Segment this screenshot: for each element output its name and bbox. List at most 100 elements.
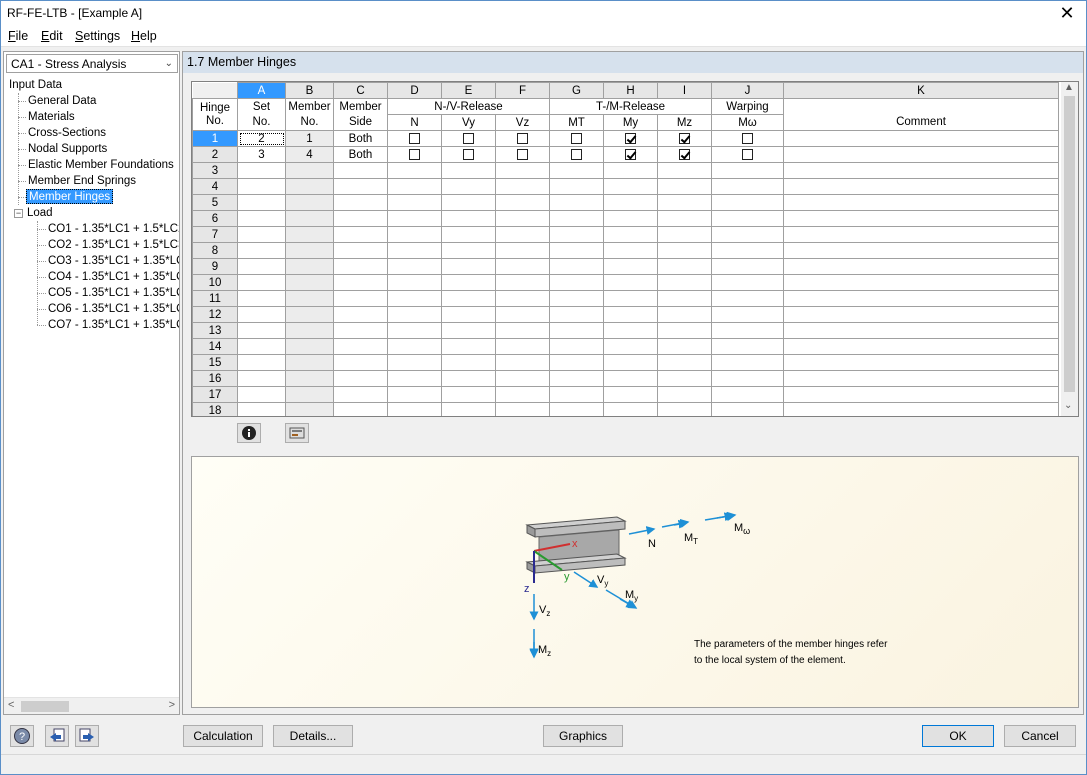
release-vy-cell[interactable] — [441, 242, 496, 259]
release-n-cell[interactable] — [387, 242, 442, 259]
release-w-cell[interactable] — [711, 290, 784, 307]
set-cell[interactable] — [237, 274, 286, 291]
release-n-cell[interactable] — [387, 194, 442, 211]
release-vy-cell[interactable] — [441, 130, 496, 147]
member-side-cell[interactable] — [333, 386, 388, 403]
release-my-cell[interactable] — [603, 210, 658, 227]
set-cell[interactable] — [237, 226, 286, 243]
release-w-cell[interactable] — [711, 338, 784, 355]
member-cell[interactable] — [285, 242, 334, 259]
row-number[interactable]: 9 — [192, 258, 238, 275]
tree-item-member-hinges[interactable]: Member Hinges — [26, 189, 114, 204]
member-side-cell[interactable] — [333, 258, 388, 275]
release-w-cell[interactable] — [711, 402, 784, 416]
release-my-cell[interactable] — [603, 370, 658, 387]
release-mt-checkbox[interactable] — [571, 148, 582, 160]
cancel-button[interactable]: Cancel — [1004, 725, 1076, 747]
comment-cell[interactable] — [783, 258, 1059, 275]
release-mt-cell[interactable] — [549, 258, 604, 275]
release-vy-cell[interactable] — [441, 306, 496, 323]
col-header-b[interactable]: B — [285, 82, 334, 99]
ok-button[interactable]: OK — [922, 725, 994, 747]
release-mz-checkbox[interactable] — [679, 132, 690, 144]
comment-cell[interactable] — [783, 130, 1059, 147]
menu-edit[interactable]: Edit — [41, 29, 63, 43]
row-number[interactable]: 4 — [192, 178, 238, 195]
member-side-cell[interactable] — [333, 210, 388, 227]
comment-cell[interactable] — [783, 338, 1059, 355]
release-mt-cell[interactable] — [549, 226, 604, 243]
comment-cell[interactable] — [783, 194, 1059, 211]
grid-vertical-scrollbar[interactable]: ▲ ⌄ — [1061, 82, 1078, 416]
release-my-cell[interactable] — [603, 146, 658, 163]
release-mt-cell[interactable] — [549, 274, 604, 291]
release-vy-cell[interactable] — [441, 386, 496, 403]
release-n-cell[interactable] — [387, 290, 442, 307]
release-mz-cell[interactable] — [657, 210, 712, 227]
tree-item-co7[interactable]: CO7 - 1.35*LC1 + 1.35*LC — [48, 318, 179, 333]
row-number[interactable]: 16 — [192, 370, 238, 387]
set-cell[interactable] — [237, 258, 286, 275]
set-cell[interactable] — [237, 194, 286, 211]
member-cell[interactable] — [285, 402, 334, 416]
comment-cell[interactable] — [783, 402, 1059, 416]
release-my-cell[interactable] — [603, 354, 658, 371]
release-vy-cell[interactable] — [441, 274, 496, 291]
menu-file[interactable]: File — [8, 29, 28, 43]
release-n-cell[interactable] — [387, 210, 442, 227]
release-my-cell[interactable] — [603, 322, 658, 339]
set-cell[interactable]: 2 — [237, 130, 286, 147]
member-side-cell[interactable] — [333, 242, 388, 259]
tree-item-load[interactable]: Load — [27, 206, 53, 221]
release-vy-checkbox[interactable] — [463, 148, 474, 160]
comment-cell[interactable] — [783, 354, 1059, 371]
member-cell[interactable] — [285, 338, 334, 355]
release-my-checkbox[interactable] — [625, 148, 636, 160]
col-header-h[interactable]: H — [603, 82, 658, 99]
member-side-cell[interactable] — [333, 354, 388, 371]
release-mz-cell[interactable] — [657, 386, 712, 403]
release-vy-cell[interactable] — [441, 162, 496, 179]
release-w-cell[interactable] — [711, 306, 784, 323]
release-mt-cell[interactable] — [549, 338, 604, 355]
comment-cell[interactable] — [783, 322, 1059, 339]
case-select[interactable]: CA1 - Stress Analysis ⌄ — [6, 54, 178, 73]
release-vz-cell[interactable] — [495, 322, 550, 339]
tree-item-co3[interactable]: CO3 - 1.35*LC1 + 1.35*LC — [48, 254, 179, 269]
release-vy-cell[interactable] — [441, 210, 496, 227]
release-vz-cell[interactable] — [495, 306, 550, 323]
release-w-cell[interactable] — [711, 386, 784, 403]
release-vz-cell[interactable] — [495, 194, 550, 211]
release-vz-cell[interactable] — [495, 178, 550, 195]
help-button[interactable]: ? — [10, 725, 34, 747]
tree-item-co4[interactable]: CO4 - 1.35*LC1 + 1.35*LC — [48, 270, 179, 285]
row-number[interactable]: 7 — [192, 226, 238, 243]
release-mt-checkbox[interactable] — [571, 132, 582, 144]
member-cell[interactable] — [285, 194, 334, 211]
col-header-i[interactable]: I — [657, 82, 712, 99]
member-side-cell[interactable] — [333, 194, 388, 211]
release-my-cell[interactable] — [603, 130, 658, 147]
release-mt-cell[interactable] — [549, 370, 604, 387]
release-mz-checkbox[interactable] — [679, 148, 690, 160]
tree-root-input-data[interactable]: Input Data — [9, 78, 62, 93]
scroll-left-icon[interactable]: < — [8, 699, 14, 711]
scrollbar-thumb[interactable] — [21, 701, 69, 712]
release-vy-cell[interactable] — [441, 370, 496, 387]
member-cell[interactable] — [285, 226, 334, 243]
set-cell[interactable]: 3 — [237, 146, 286, 163]
release-w-cell[interactable] — [711, 210, 784, 227]
release-mt-cell[interactable] — [549, 210, 604, 227]
release-vz-cell[interactable] — [495, 354, 550, 371]
member-cell[interactable] — [285, 354, 334, 371]
release-my-cell[interactable] — [603, 162, 658, 179]
release-mz-cell[interactable] — [657, 370, 712, 387]
col-header-k[interactable]: K — [783, 82, 1059, 99]
menu-help[interactable]: Help — [131, 29, 157, 43]
row-number[interactable]: 3 — [192, 162, 238, 179]
release-n-cell[interactable] — [387, 130, 442, 147]
release-mz-cell[interactable] — [657, 354, 712, 371]
release-w-cell[interactable] — [711, 274, 784, 291]
member-side-cell[interactable]: Both — [333, 130, 388, 147]
release-w-checkbox[interactable] — [742, 148, 753, 160]
